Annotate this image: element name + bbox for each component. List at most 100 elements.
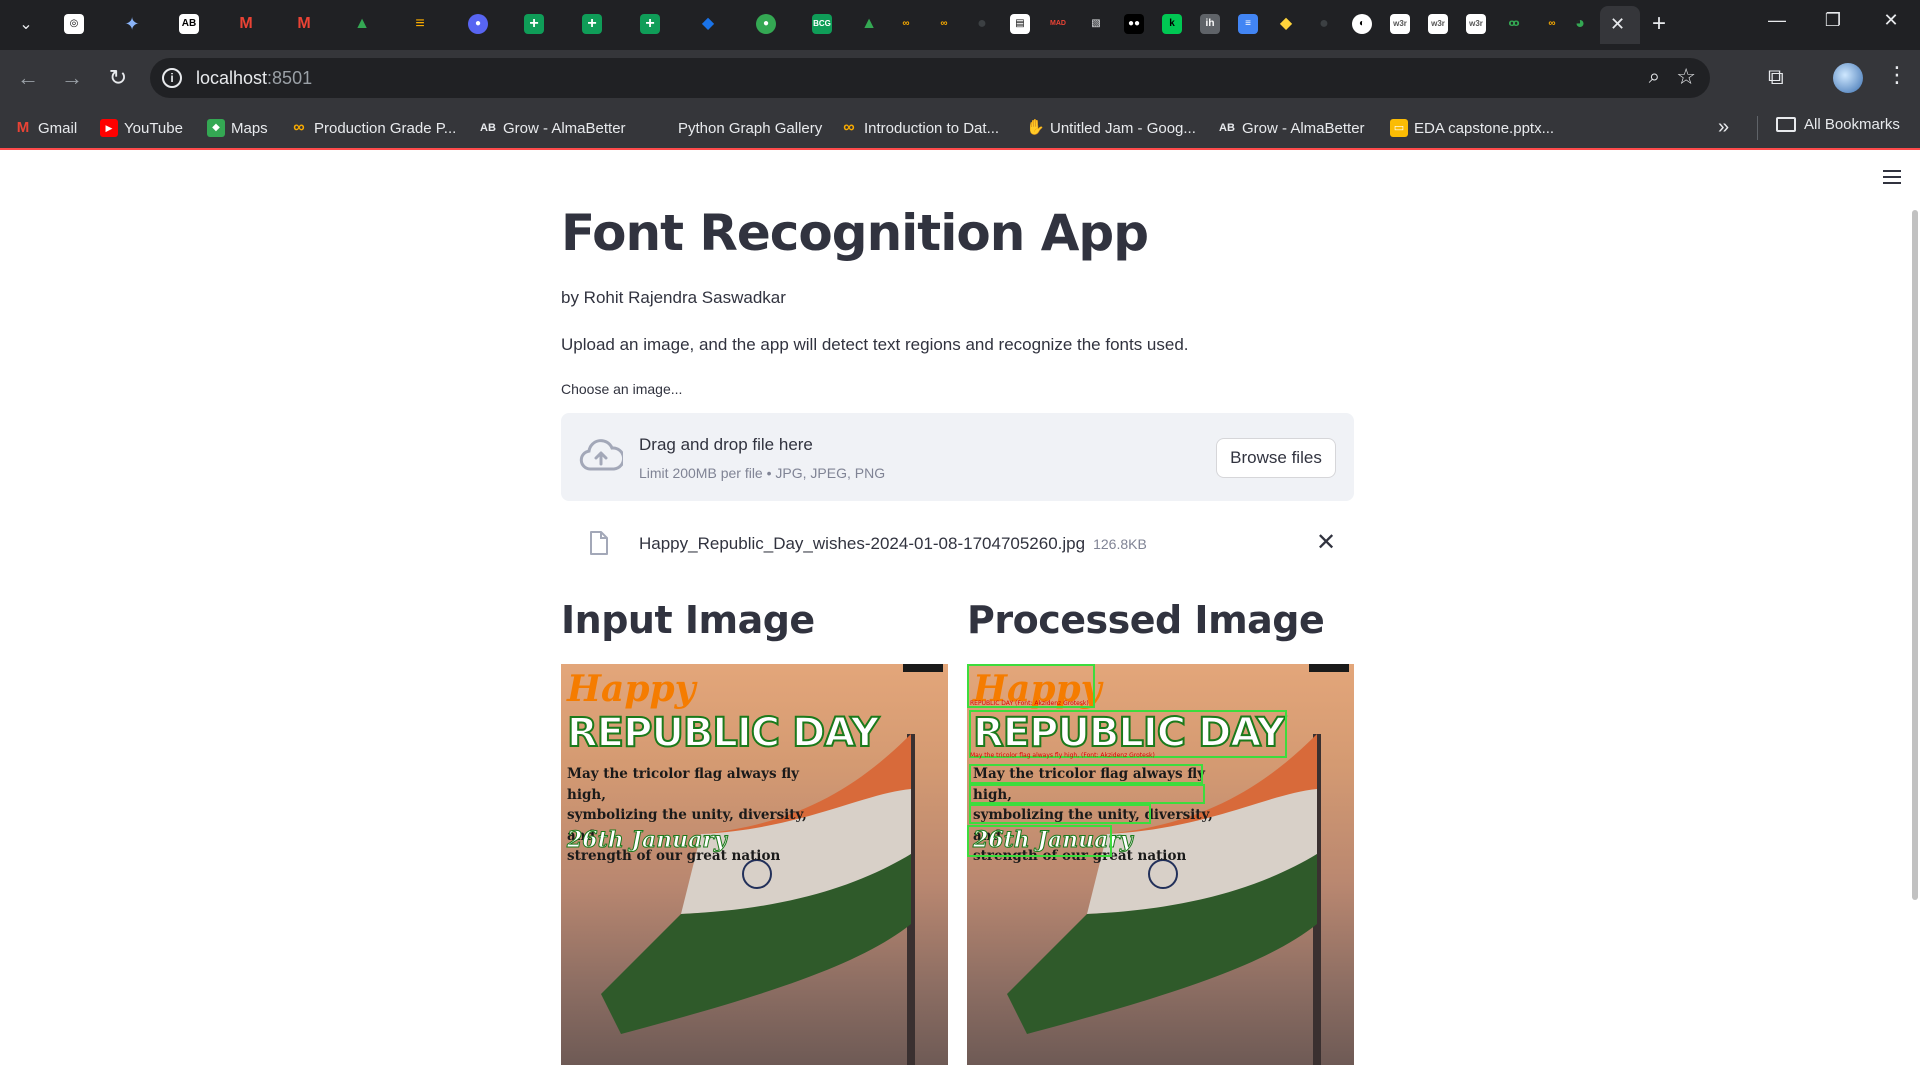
close-tab-icon[interactable]: ✕ (1610, 14, 1625, 35)
discord-tab-icon[interactable]: ● (468, 14, 488, 34)
gfg-tab-icon[interactable]: ꝏ (1504, 14, 1524, 34)
browse-files-button[interactable]: Browse files (1216, 438, 1336, 478)
gmail-tab-icon[interactable]: M (294, 14, 314, 34)
remove-file-icon[interactable]: ✕ (1316, 528, 1336, 557)
bookmark-production-grade[interactable]: ∞ Production Grade P... (290, 116, 456, 140)
maps-icon: ◆ (207, 119, 225, 137)
dropzone-limit: Limit 200MB per file • JPG, JPEG, PNG (639, 465, 886, 481)
mad-tab-icon[interactable]: MAD (1048, 14, 1068, 34)
cloud-upload-icon (579, 439, 623, 471)
almabetter-tab-icon[interactable]: AB (179, 14, 199, 34)
detection-box-line-3 (969, 804, 1151, 824)
tab-search-icon[interactable]: ⌄ (14, 13, 38, 37)
input-image-heading: Input Image (561, 598, 815, 642)
file-dropzone[interactable]: Drag and drop file here Limit 200MB per … (561, 413, 1354, 501)
extensions-icon[interactable]: ⧉ (1768, 64, 1784, 90)
minimize-icon[interactable]: — (1762, 10, 1792, 31)
bookmark-gmail[interactable]: M Gmail (14, 116, 77, 140)
bookmark-maps[interactable]: ◆ Maps (207, 116, 268, 140)
profile-avatar[interactable] (1833, 63, 1863, 93)
new-tab-icon[interactable]: + (1652, 12, 1666, 36)
sheets-tab-icon[interactable]: + (640, 14, 660, 34)
author-text: by Rohit Rajendra Saswadkar (561, 288, 786, 307)
gmail-icon: M (16, 119, 30, 136)
bookmark-tab-icon[interactable]: ▧ (1086, 14, 1106, 34)
youtube-icon: ▶ (100, 119, 118, 137)
address-bar[interactable]: i localhost:8501 ⌕ ☆ (150, 58, 1710, 98)
powerbi-tab-icon[interactable]: ◆ (698, 14, 718, 34)
browser-menu-icon[interactable]: ⋮ (1886, 62, 1908, 88)
browser-toolbar: ← → ↻ i localhost:8501 ⌕ ☆ ⧉ ⋮ (0, 50, 1920, 106)
docs-tab-icon[interactable]: ≡ (1238, 14, 1258, 34)
gemini-tab-icon[interactable]: ✦ (122, 14, 142, 34)
drive-tab-icon[interactable]: ▲ (859, 14, 879, 34)
streamlit-tab-icon[interactable]: ◕ (1570, 14, 1590, 34)
uploaded-file-name: Happy_Republic_Day_wishes-2024-01-08-170… (639, 534, 1147, 554)
site-info-icon[interactable]: i (162, 68, 182, 88)
all-bookmarks-button[interactable]: All Bookmarks (1776, 116, 1900, 133)
gmail-tab-icon[interactable]: M (236, 14, 256, 34)
drive-tab-icon[interactable]: ▲ (352, 14, 372, 34)
bookmark-youtube[interactable]: ▶ YouTube (100, 116, 183, 140)
ih-tab-icon[interactable]: ih (1200, 14, 1220, 34)
w3schools-tab-icon[interactable]: w3r (1390, 14, 1410, 34)
url-text[interactable]: localhost:8501 (196, 68, 312, 89)
poster-republic-text: REPUBLIC DAY (566, 709, 880, 757)
bookmark-python-graph-gallery[interactable]: Python Graph Gallery (678, 116, 822, 140)
kaggle-tab-icon[interactable]: ◐ (1352, 14, 1372, 34)
bookmark-almabetter[interactable]: AB Grow - AlmaBetter (479, 116, 626, 140)
zoom-icon[interactable]: ⌕ (1649, 66, 1660, 89)
poster-date-text: 26th January (567, 827, 728, 854)
detection-box-date (967, 825, 1112, 857)
bookmark-intro-data[interactable]: ∞ Introduction to Dat... (840, 116, 999, 140)
active-tab[interactable]: ✕ (1600, 6, 1640, 44)
almabetter-icon: AB (1219, 122, 1235, 134)
page-scrollbar[interactable] (1912, 210, 1918, 900)
bcg-tab-icon[interactable]: BCG (812, 14, 832, 34)
bookmark-eda-capstone[interactable]: ▭ EDA capstone.pptx... (1390, 116, 1554, 140)
processed-image-heading: Processed Image (967, 598, 1325, 642)
bookmark-jamboard[interactable]: ✋ Untitled Jam - Goog... (1026, 116, 1196, 140)
url-host: localhost (196, 68, 268, 88)
bookmarks-bar: M Gmail ▶ YouTube ◆ Maps ∞ Production Gr… (0, 106, 1920, 150)
medium-tab-icon[interactable]: ●● (1124, 14, 1144, 34)
infinity-tab-icon[interactable]: ∞ (896, 14, 916, 34)
bookmarks-divider (1757, 116, 1758, 140)
infinity-icon: ∞ (293, 119, 305, 136)
restore-icon[interactable]: ❐ (1818, 10, 1848, 31)
close-window-icon[interactable]: ✕ (1876, 10, 1906, 31)
reload-icon[interactable]: ↻ (104, 66, 132, 90)
chat-tab-icon[interactable]: ● (756, 14, 776, 34)
detection-box-republic (969, 710, 1287, 758)
back-icon[interactable]: ← (14, 66, 42, 90)
sheets-tab-icon[interactable]: + (582, 14, 602, 34)
doc-tab-icon[interactable]: ▤ (1010, 14, 1030, 34)
bookmark-almabetter-2[interactable]: AB Grow - AlmaBetter (1218, 116, 1365, 140)
stackoverflow-tab-icon[interactable]: ≡ (410, 14, 430, 34)
bookmark-star-icon[interactable]: ☆ (1676, 64, 1696, 90)
github-tab-icon[interactable]: ● (1314, 14, 1334, 34)
bookmark-label: Untitled Jam - Goog... (1050, 119, 1196, 137)
w3schools-tab-icon[interactable]: w3r (1466, 14, 1486, 34)
bookmark-label: Gmail (38, 119, 78, 137)
more-bookmarks-icon[interactable]: » (1718, 116, 1729, 139)
processed-image: Happy REPUBLIC DAY May the tricolor flag… (967, 664, 1354, 1065)
uploaded-file-row: Happy_Republic_Day_wishes-2024-01-08-170… (561, 518, 1354, 570)
bookmark-label: YouTube (124, 119, 183, 137)
infinity-tab-icon[interactable]: ∞ (1542, 14, 1562, 34)
main-menu-icon[interactable] (1883, 170, 1901, 188)
bookmark-label: Grow - AlmaBetter (503, 119, 626, 137)
tab-strip: ⌄ ◎ ✦ AB M M ▲ ≡ ● + + + ◆ ● BCG ▲ ∞ ∞ ●… (0, 0, 1920, 50)
infinity-tab-icon[interactable]: ∞ (934, 14, 954, 34)
python-tab-icon[interactable]: ◆ (1276, 14, 1296, 34)
sheets-tab-icon[interactable]: + (524, 14, 544, 34)
jamboard-icon: ✋ (1026, 119, 1045, 136)
infinity-icon: ∞ (843, 119, 855, 136)
w3schools-tab-icon[interactable]: w3r (1428, 14, 1448, 34)
detection-label: REPUBLIC DAY (Font: Akzidenz Grotesk) (970, 700, 1089, 707)
hackerrank-tab-icon[interactable]: k (1162, 14, 1182, 34)
forward-icon[interactable]: → (58, 66, 86, 90)
detection-box-line-1 (969, 764, 1203, 784)
chatgpt-tab-icon[interactable]: ◎ (64, 14, 84, 34)
github-tab-icon[interactable]: ● (972, 14, 992, 34)
